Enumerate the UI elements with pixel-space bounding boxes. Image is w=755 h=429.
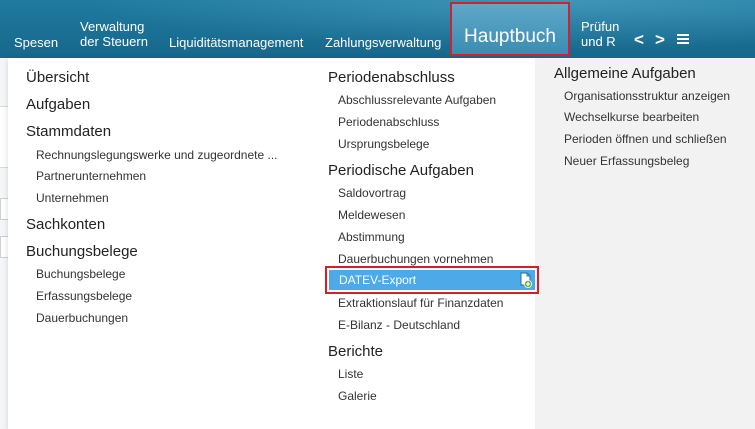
menu-item[interactable]: Rechnungslegungswerke und zugeordnete ..… (36, 148, 278, 163)
chevron-left-icon[interactable]: < (634, 30, 644, 50)
nav-item-active-label: Hauptbuch (464, 26, 556, 47)
menu-category-periodenabschluss[interactable]: Periodenabschluss (328, 69, 455, 87)
nav-item-label: Prüfun (581, 19, 620, 34)
chevron-right-icon[interactable]: > (655, 30, 665, 50)
menu-category-berichte[interactable]: Berichte (328, 343, 383, 361)
nav-item-liquiditaetsmanagement[interactable]: Liquiditätsmanagement (169, 35, 303, 50)
menu-item[interactable]: Abstimmung (338, 230, 405, 245)
nav-item-label: Liquiditätsmanagement (169, 35, 304, 50)
menu-item[interactable]: Extraktionslauf für Finanzdaten (338, 296, 503, 311)
menu-item[interactable]: Dauerbuchungen vornehmen (338, 252, 493, 267)
menu-item[interactable]: Erfassungsbelege (36, 289, 132, 304)
nav-item-label: Zahlungsverwaltung (325, 35, 442, 50)
menu-category-uebersicht[interactable]: Übersicht (26, 69, 89, 87)
menu-category-buchungsbelege[interactable]: Buchungsbelege (26, 243, 138, 261)
menu-item[interactable]: Ursprungsbelege (338, 137, 429, 152)
menu-item[interactable]: Wechselkurse bearbeiten (564, 110, 699, 125)
nav-item-label: Verwaltung (80, 19, 145, 34)
menu-item[interactable]: Galerie (338, 389, 377, 404)
nav-item-pruefung-truncated[interactable]: Prüfun und R (581, 19, 619, 49)
menu-item[interactable]: Saldovortrag (338, 186, 406, 201)
nav-item-verwaltung-steuern[interactable]: Verwaltung der Steuern (80, 19, 148, 49)
nav-item-label: Spesen (14, 35, 59, 50)
add-favorite-icon[interactable] (518, 272, 532, 288)
menu-item[interactable]: Liste (338, 367, 363, 382)
menu-category-aufgaben[interactable]: Aufgaben (26, 96, 90, 114)
menu-item-datev-export-selected[interactable]: DATEV-Export (325, 266, 539, 294)
nav-item-zahlungsverwaltung[interactable]: Zahlungsverwaltung (325, 35, 441, 50)
menu-category-stammdaten[interactable]: Stammdaten (26, 123, 111, 141)
menu-category-periodische-aufgaben[interactable]: Periodische Aufgaben (328, 162, 474, 180)
menu-item[interactable]: Perioden öffnen und schließen (564, 132, 727, 147)
nav-item-hauptbuch-active[interactable]: Hauptbuch (450, 2, 570, 56)
menu-item[interactable]: Buchungsbelege (36, 267, 125, 282)
background-page (0, 58, 10, 429)
menu-item[interactable]: Periodenabschluss (338, 115, 439, 130)
menu-item[interactable]: Neuer Erfassungsbeleg (564, 154, 689, 169)
menu-category-allgemeine-aufgaben[interactable]: Allgemeine Aufgaben (554, 65, 696, 83)
menu-item[interactable]: Abschlussrelevante Aufgaben (338, 93, 496, 108)
menu-item[interactable]: E-Bilanz - Deutschland (338, 318, 460, 333)
top-navigation-bar: Spesen Verwaltung der Steuern Liquidität… (0, 0, 755, 58)
menu-item[interactable]: Meldewesen (338, 208, 405, 223)
nav-item-label: und R (581, 34, 616, 49)
menu-item[interactable]: Unternehmen (36, 191, 109, 206)
nav-item-label: der Steuern (80, 34, 148, 49)
menu-category-sachkonten[interactable]: Sachkonten (26, 216, 105, 234)
menu-item-label: DATEV-Export (339, 273, 417, 287)
nav-item-spesen[interactable]: Spesen (14, 35, 58, 50)
menu-item[interactable]: Dauerbuchungen (36, 311, 128, 326)
menu-item[interactable]: Partnerunternehmen (36, 169, 146, 184)
overflow-menu-icon[interactable] (677, 34, 689, 46)
background-panel (0, 106, 8, 168)
menu-item[interactable]: Organisationsstruktur anzeigen (564, 89, 730, 104)
